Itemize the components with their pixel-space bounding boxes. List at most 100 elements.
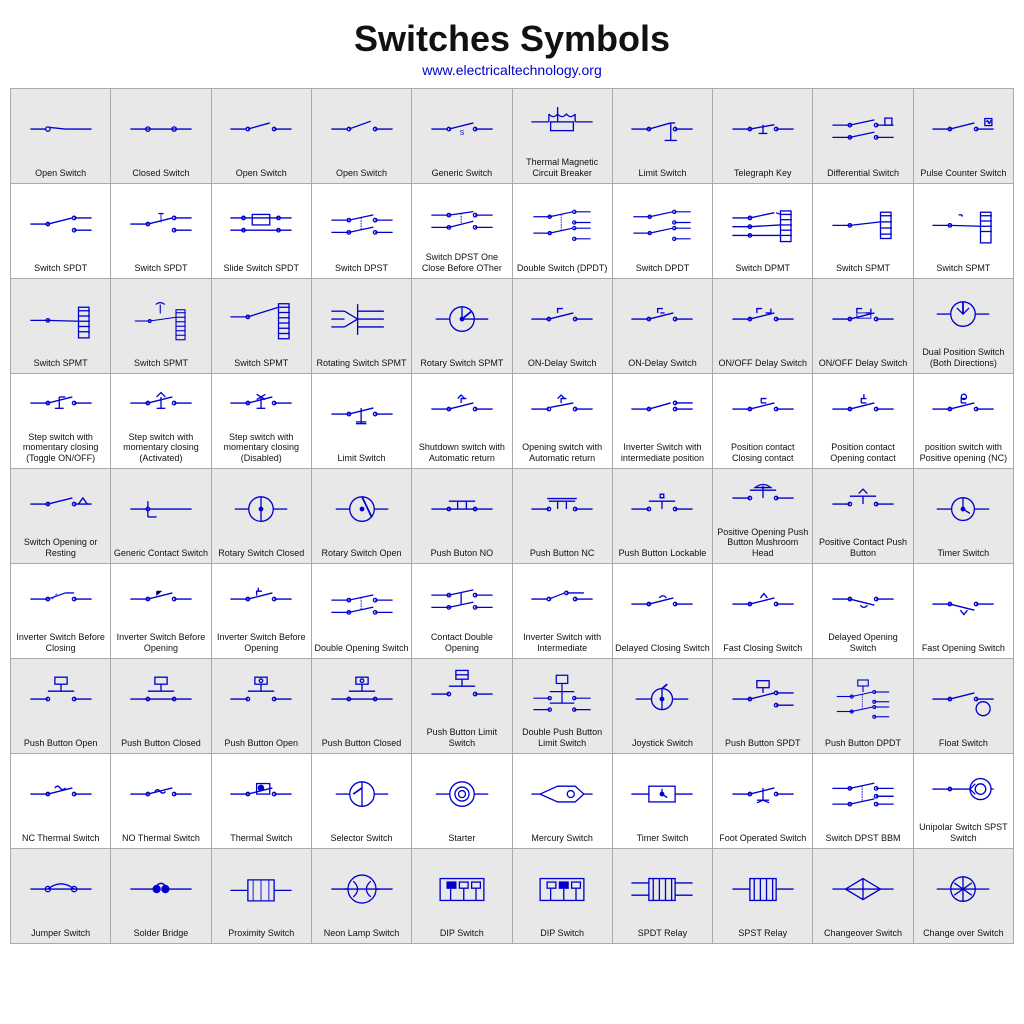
symbol-cell: Switch DPMT <box>713 184 813 279</box>
symbol-icon <box>314 473 409 546</box>
symbol-icon <box>615 188 710 261</box>
symbol-icon <box>815 663 910 736</box>
symbol-label: Push Button SPDT <box>725 738 801 749</box>
symbol-icon <box>113 378 208 430</box>
symbol-label: NO Thermal Switch <box>122 833 200 844</box>
symbol-icon <box>916 378 1011 440</box>
symbol-icon <box>414 473 509 546</box>
symbol-label: Double Switch (DPDT) <box>517 263 608 274</box>
symbol-icon <box>815 853 910 926</box>
symbol-label: Push Button Closed <box>121 738 201 749</box>
symbol-label: Step switch with momentary closing (Disa… <box>214 432 309 464</box>
symbol-cell: Open Switch <box>212 89 312 184</box>
symbol-cell: SGeneric Switch <box>412 89 512 184</box>
symbol-cell: Switch SPMT <box>111 279 211 374</box>
symbol-label: Double Push Button Limit Switch <box>515 727 610 749</box>
symbol-label: Opening switch with Automatic return <box>515 442 610 464</box>
symbol-icon <box>815 188 910 261</box>
symbol-label: Switch DPMT <box>735 263 790 274</box>
symbol-cell: Switch DPST BBM <box>813 754 913 849</box>
symbol-icon <box>615 568 710 641</box>
symbol-icon <box>314 188 409 261</box>
symbol-label: Push Button Limit Switch <box>414 727 509 749</box>
symbol-label: Switch SPMT <box>836 263 890 274</box>
symbol-icon <box>615 663 710 736</box>
symbol-label: Mercury Switch <box>531 833 593 844</box>
symbol-label: Inverter Switch Before Opening <box>214 632 309 654</box>
symbol-icon <box>916 568 1011 641</box>
symbol-label: Fast Closing Switch <box>723 643 802 654</box>
symbol-cell: Double Switch (DPDT) <box>513 184 613 279</box>
page-subtitle: www.electricaltechnology.org <box>422 62 602 78</box>
symbol-cell: Dual Position Switch (Both Directions) <box>914 279 1014 374</box>
symbol-icon <box>715 568 810 641</box>
symbol-cell: Rotary Switch Open <box>312 469 412 564</box>
symbol-label: Push Button Lockable <box>619 548 707 559</box>
symbol-icon <box>13 473 108 535</box>
symbol-cell: ON-Delay Switch <box>513 279 613 374</box>
symbol-icon <box>515 473 610 546</box>
symbol-icon <box>515 378 610 440</box>
symbol-icon <box>214 283 309 356</box>
symbol-cell: Rotary Switch SPMT <box>412 279 512 374</box>
symbol-cell: Timer Switch <box>613 754 713 849</box>
symbol-label: Foot Operated Switch <box>719 833 806 844</box>
symbol-label: Double Opening Switch <box>315 643 409 654</box>
symbol-label: Open Switch <box>336 168 387 179</box>
symbol-cell: Pulse Counter Switch <box>914 89 1014 184</box>
symbol-label: Generic Contact Switch <box>114 548 208 559</box>
symbol-icon <box>214 663 309 736</box>
symbol-icon <box>815 758 910 831</box>
symbol-label: Rotary Switch Open <box>322 548 402 559</box>
symbol-label: Switch SPDT <box>34 263 87 274</box>
symbol-cell: Double Opening Switch <box>312 564 412 659</box>
symbol-icon <box>13 568 108 630</box>
symbol-icon <box>414 378 509 440</box>
symbol-label: ON/OFF Delay Switch <box>718 358 807 369</box>
symbol-label: Push Button NC <box>530 548 595 559</box>
symbol-icon <box>13 93 108 166</box>
symbol-cell: Position contact Closing contact <box>713 374 813 469</box>
symbol-cell: Joystick Switch <box>613 659 713 754</box>
symbol-cell: Inverter Switch with intermediate positi… <box>613 374 713 469</box>
symbol-icon <box>515 568 610 630</box>
symbol-icon <box>314 853 409 926</box>
symbol-label: Rotating Switch SPMT <box>317 358 407 369</box>
symbol-label: DIP Switch <box>440 928 484 939</box>
symbol-cell: Switch DPST <box>312 184 412 279</box>
symbol-cell: Push Button SPDT <box>713 659 813 754</box>
symbol-icon <box>13 378 108 430</box>
symbol-icon <box>515 758 610 831</box>
symbol-cell: Proximity Switch <box>212 849 312 944</box>
symbol-icon <box>615 473 710 546</box>
symbol-icon <box>615 283 710 356</box>
symbol-icon <box>715 378 810 440</box>
symbol-label: Push Button Open <box>24 738 98 749</box>
symbol-icon <box>13 188 108 261</box>
symbol-label: Push Button Open <box>224 738 298 749</box>
symbol-icon: S <box>414 93 509 166</box>
symbol-icon <box>314 568 409 641</box>
symbol-cell: Inverter Switch Before Opening <box>212 564 312 659</box>
symbol-icon <box>515 663 610 725</box>
symbol-label: Timer Switch <box>938 548 990 559</box>
symbol-label: Rotary Switch SPMT <box>420 358 503 369</box>
symbol-icon <box>916 663 1011 736</box>
symbol-cell: position switch with Positive opening (N… <box>914 374 1014 469</box>
symbol-label: Timer Switch <box>637 833 689 844</box>
symbol-label: Switch SPMT <box>134 358 188 369</box>
symbol-label: Open Switch <box>35 168 86 179</box>
symbol-label: Limit Switch <box>338 453 386 464</box>
symbol-label: Switch SPMT <box>234 358 288 369</box>
symbol-icon <box>815 378 910 440</box>
symbol-label: ON/OFF Delay Switch <box>819 358 908 369</box>
symbol-cell: Open Switch <box>312 89 412 184</box>
symbol-cell: Double Push Button Limit Switch <box>513 659 613 754</box>
symbol-icon <box>815 93 910 166</box>
symbol-cell: ON-Delay Switch <box>613 279 713 374</box>
symbol-label: Rotary Switch Closed <box>218 548 304 559</box>
symbol-cell: Position contact Opening contact <box>813 374 913 469</box>
symbol-label: Switch DPST BBM <box>826 833 901 844</box>
symbol-cell: Jumper Switch <box>11 849 111 944</box>
symbol-cell: Switch SPMT <box>914 184 1014 279</box>
